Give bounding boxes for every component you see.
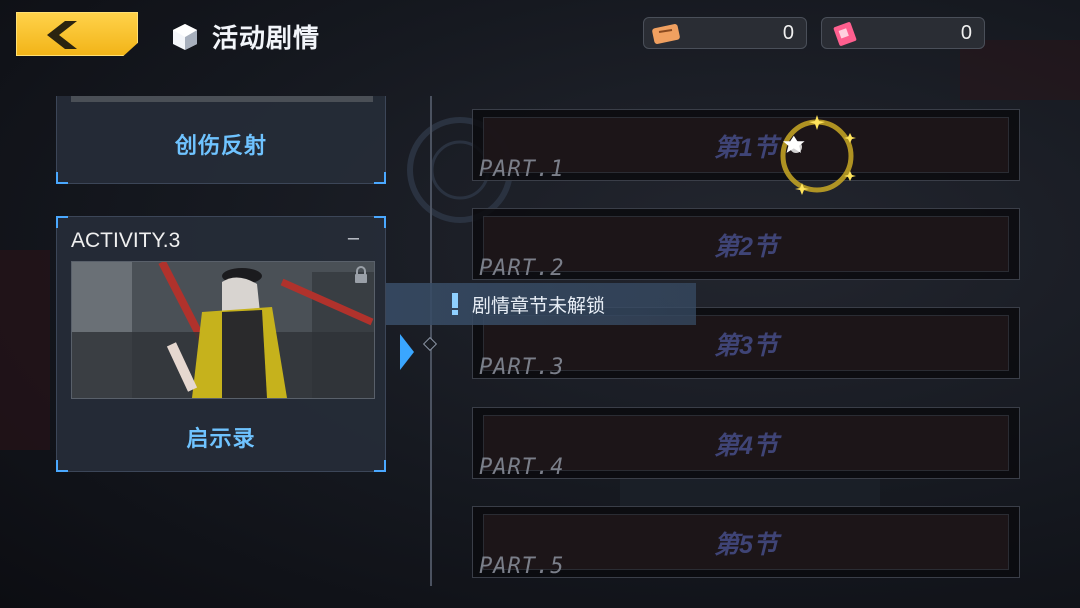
selected-arrow-icon <box>400 334 414 370</box>
part-label: PART.5 <box>479 554 565 579</box>
ticket-icon <box>652 24 680 44</box>
frame-corner <box>56 216 68 228</box>
part-item-1[interactable]: 第1节 PART.1 <box>472 109 1020 182</box>
tooltip-text: 剧情章节未解锁 <box>472 295 606 317</box>
card-count: 0 <box>960 21 972 44</box>
page-header: 活动剧情 <box>172 18 320 55</box>
ticket-currency[interactable]: 0 <box>643 17 807 49</box>
part-label: PART.2 <box>479 256 565 281</box>
cube-icon <box>173 23 197 50</box>
lock-icon <box>355 266 367 283</box>
activity-name: 启示录 <box>186 426 256 451</box>
exclamation-icon <box>452 293 458 315</box>
ticket-count: 0 <box>782 21 794 44</box>
page-title: 活动剧情 <box>212 23 321 53</box>
frame-corner <box>374 460 386 472</box>
activity-status: – <box>347 227 359 249</box>
activity-image-edge <box>71 96 373 102</box>
divider-node <box>422 336 438 352</box>
locked-tooltip: 剧情章节未解锁 <box>386 283 696 325</box>
part-item-5[interactable]: 第5节 PART.5 <box>472 506 1020 579</box>
part-item-2[interactable]: 第2节 PART.2 <box>472 208 1020 281</box>
chevron-left-icon <box>47 21 77 49</box>
part-item-4[interactable]: 第4节 PART.4 <box>472 407 1020 480</box>
frame-corner <box>374 216 386 228</box>
activity-card-2[interactable]: ACTIVITY.3 – 启示录 <box>56 216 386 472</box>
activity-code: ACTIVITY.3 <box>71 229 181 252</box>
frame-corner <box>56 172 68 184</box>
frame-corner <box>56 460 68 472</box>
sparkle-ring-effect <box>780 115 856 195</box>
card-icon <box>833 22 857 46</box>
frame-corner <box>374 172 386 184</box>
character-illustration <box>72 262 374 398</box>
part-label: PART.3 <box>479 355 565 380</box>
part-label: PART.4 <box>479 455 565 480</box>
activity-cover-image <box>71 261 375 399</box>
part-label: PART.1 <box>479 157 565 182</box>
activity-card-1[interactable]: 创伤反射 <box>56 96 386 184</box>
activity-name: 创伤反射 <box>174 133 267 158</box>
back-button[interactable] <box>16 12 138 56</box>
card-currency[interactable]: 0 <box>821 17 985 49</box>
